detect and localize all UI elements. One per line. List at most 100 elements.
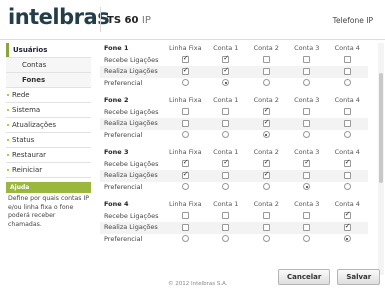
device-type-label: Telefone IP <box>332 16 373 25</box>
table-row: Preferencial <box>100 130 368 142</box>
checkbox[interactable] <box>262 212 270 219</box>
checkbox-checked[interactable] <box>262 118 270 127</box>
table-cell <box>287 66 328 78</box>
row-label: Recebe Ligações <box>104 159 159 168</box>
checkbox[interactable] <box>262 67 270 75</box>
checkbox-checked[interactable] <box>222 54 230 63</box>
radio[interactable] <box>181 131 189 138</box>
checkbox-checked[interactable] <box>262 106 270 115</box>
form-buttons: Cancelar Salvar <box>278 269 381 285</box>
sidebar-item-usuarios[interactable]: Usuários <box>6 43 91 58</box>
checkbox-checked[interactable] <box>181 66 189 75</box>
checkbox[interactable] <box>262 223 270 231</box>
checkbox-checked[interactable] <box>303 158 311 167</box>
checkbox[interactable] <box>222 119 230 127</box>
radio[interactable] <box>262 235 270 242</box>
radio[interactable] <box>343 79 351 86</box>
table-cell <box>246 170 287 182</box>
table-cell <box>287 222 328 234</box>
radio-selected[interactable] <box>222 79 230 86</box>
checkbox[interactable] <box>222 171 230 179</box>
checkbox[interactable] <box>303 223 311 231</box>
table-row: Realiza Ligações <box>100 118 368 130</box>
radio[interactable] <box>262 183 270 190</box>
radio[interactable] <box>181 79 189 86</box>
table-cell <box>287 170 328 182</box>
checkbox[interactable] <box>343 171 351 179</box>
table-cell <box>206 78 247 90</box>
radio-selected[interactable] <box>343 235 351 242</box>
checkbox[interactable] <box>343 67 351 75</box>
radio[interactable] <box>222 131 230 138</box>
radio[interactable] <box>343 131 351 138</box>
checkbox[interactable] <box>222 223 230 231</box>
checkbox[interactable] <box>303 67 311 75</box>
checkbox[interactable] <box>222 108 230 115</box>
table-cell <box>206 170 247 182</box>
row-label: Preferencial <box>104 78 143 87</box>
scrollbar-thumb[interactable] <box>379 73 383 183</box>
header-divider <box>100 7 101 32</box>
checkbox[interactable] <box>303 212 311 219</box>
radio[interactable] <box>181 183 189 190</box>
sidebar-item-fones[interactable]: Fones <box>6 73 91 88</box>
checkbox[interactable] <box>303 56 311 63</box>
checkbox[interactable] <box>181 223 189 231</box>
row-label: Preferencial <box>104 182 143 191</box>
radio[interactable] <box>222 235 230 242</box>
checkbox[interactable] <box>343 119 351 127</box>
radio[interactable] <box>181 235 189 242</box>
radio-selected[interactable] <box>262 131 270 138</box>
sidebar-item-contas[interactable]: Contas <box>6 58 91 73</box>
radio[interactable] <box>303 79 311 86</box>
checkbox-checked[interactable] <box>343 210 351 219</box>
checkbox-checked[interactable] <box>181 170 189 179</box>
radio[interactable] <box>303 131 311 138</box>
radio[interactable] <box>262 79 270 86</box>
checkbox[interactable] <box>262 56 270 63</box>
checkbox[interactable] <box>222 212 230 219</box>
checkbox-checked[interactable] <box>343 222 351 231</box>
sidebar-item-sistema[interactable]: Sistema <box>6 103 91 118</box>
checkbox[interactable] <box>343 108 351 115</box>
header: intelbras TS 60 IP Telefone IP <box>0 0 385 40</box>
sidebar-item-restaurar[interactable]: Restaurar <box>6 148 91 163</box>
checkbox[interactable] <box>181 212 189 219</box>
radio[interactable] <box>343 183 351 190</box>
radio-selected[interactable] <box>303 183 311 190</box>
table-cell <box>287 158 328 171</box>
column-header: Linha Fixa <box>168 148 202 156</box>
checkbox-checked[interactable] <box>222 158 230 167</box>
row-label: Realiza Ligações <box>104 171 158 179</box>
table-cell <box>206 211 247 223</box>
sidebar-item-label: Atualizações <box>12 121 57 129</box>
column-header: Conta 4 <box>334 96 360 104</box>
row-label: Recebe Ligações <box>104 211 159 220</box>
save-button[interactable]: Salvar <box>337 269 381 285</box>
checkbox-checked[interactable] <box>181 54 189 63</box>
checkbox[interactable] <box>181 108 189 115</box>
table-cell <box>327 210 368 223</box>
radio[interactable] <box>303 235 311 242</box>
sidebar-item-rede[interactable]: Rede <box>6 88 91 103</box>
checkbox-checked[interactable] <box>222 66 230 75</box>
checkbox-checked[interactable] <box>262 170 270 179</box>
sidebar-item-reiniciar[interactable]: Reiniciar <box>6 163 91 178</box>
radio[interactable] <box>222 183 230 190</box>
table-cell <box>327 66 368 78</box>
bullet-icon <box>7 109 9 111</box>
scrollbar[interactable] <box>378 43 384 275</box>
cancel-button[interactable]: Cancelar <box>278 269 331 285</box>
table-cell <box>165 234 206 246</box>
table-cell <box>287 107 328 119</box>
sidebar-item-atualizacoes[interactable]: Atualizações <box>6 118 91 133</box>
checkbox[interactable] <box>181 119 189 127</box>
checkbox-checked[interactable] <box>262 158 270 167</box>
sidebar-item-status[interactable]: Status <box>6 133 91 148</box>
checkbox[interactable] <box>303 119 311 127</box>
checkbox-checked[interactable] <box>181 158 189 167</box>
checkbox[interactable] <box>343 56 351 63</box>
checkbox[interactable] <box>303 108 311 115</box>
checkbox-checked[interactable] <box>343 158 351 167</box>
checkbox[interactable] <box>303 171 311 179</box>
